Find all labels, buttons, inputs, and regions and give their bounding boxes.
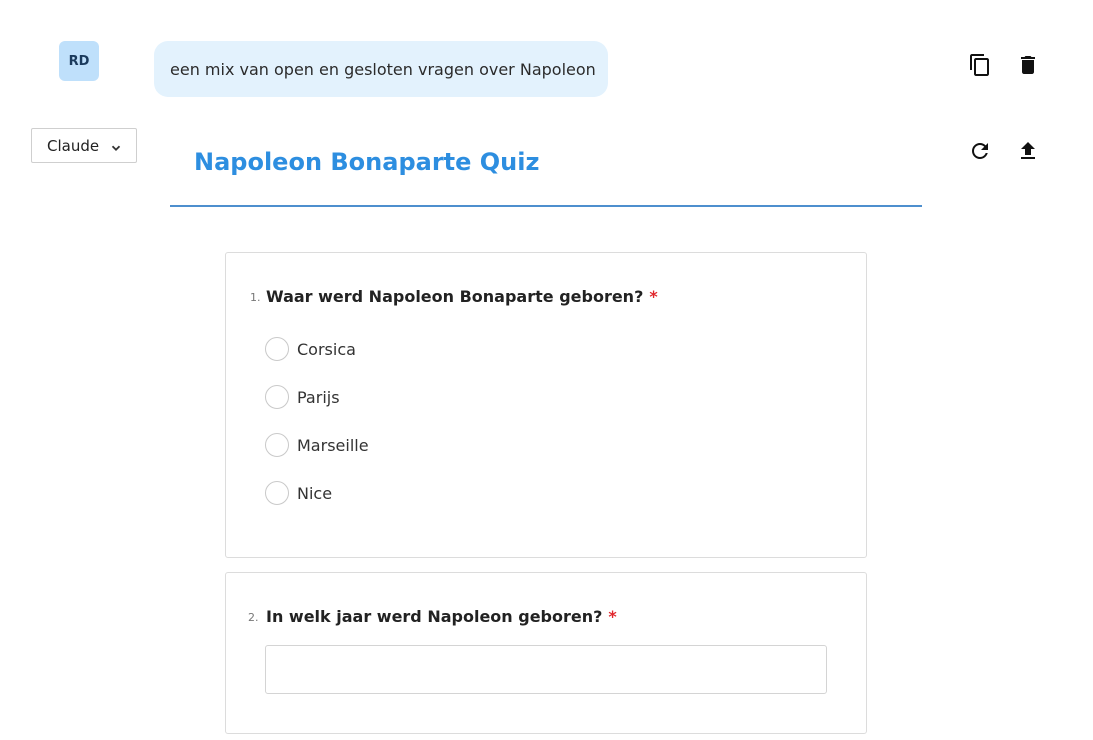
chat-page: RD een mix van open en gesloten vragen o… — [0, 0, 1093, 740]
refresh-icon — [972, 143, 988, 159]
regenerate-button[interactable] — [964, 135, 996, 167]
question-card: 1. Waar werd Napoleon Bonaparte geboren?… — [225, 252, 867, 558]
chevron-down-icon — [110, 140, 122, 152]
trash-icon — [1021, 56, 1035, 74]
question-label: Waar werd Napoleon Bonaparte geboren? — [266, 287, 644, 306]
required-mark: * — [608, 607, 617, 626]
option-label: Marseille — [297, 435, 369, 455]
option-nice[interactable]: Nice — [265, 479, 332, 507]
user-message-text: een mix van open en gesloten vragen over… — [170, 59, 596, 79]
option-marseille[interactable]: Marseille — [265, 431, 369, 459]
copy-icon — [970, 54, 989, 76]
question-text: Waar werd Napoleon Bonaparte geboren? * — [266, 287, 658, 306]
user-message-bubble: een mix van open en gesloten vragen over… — [154, 41, 608, 97]
option-corsica[interactable]: Corsica — [265, 335, 356, 363]
avatar-initials: RD — [68, 53, 90, 69]
export-button[interactable] — [1012, 135, 1044, 167]
radio-button[interactable] — [265, 433, 289, 457]
question-text: In welk jaar werd Napoleon geboren? * — [266, 607, 617, 626]
upload-icon — [1021, 142, 1035, 159]
option-label: Parijs — [297, 387, 340, 407]
model-select[interactable]: Claude — [31, 128, 137, 163]
model-select-value: Claude — [47, 136, 100, 155]
question-number: 2. — [248, 611, 259, 624]
quiz-title: Napoleon Bonaparte Quiz — [194, 148, 540, 176]
radio-button[interactable] — [265, 337, 289, 361]
copy-button[interactable] — [964, 49, 996, 81]
title-divider — [170, 205, 922, 207]
question-card: 2. In welk jaar werd Napoleon geboren? * — [225, 572, 867, 734]
radio-button[interactable] — [265, 481, 289, 505]
required-mark: * — [649, 287, 658, 306]
answer-input[interactable] — [265, 645, 827, 694]
radio-button[interactable] — [265, 385, 289, 409]
option-label: Corsica — [297, 339, 356, 359]
delete-button[interactable] — [1012, 49, 1044, 81]
user-avatar: RD — [59, 41, 99, 81]
question-number: 1. — [250, 291, 261, 304]
option-label: Nice — [297, 483, 333, 503]
question-label: In welk jaar werd Napoleon geboren? — [266, 607, 603, 626]
option-parijs[interactable]: Parijs — [265, 383, 340, 411]
